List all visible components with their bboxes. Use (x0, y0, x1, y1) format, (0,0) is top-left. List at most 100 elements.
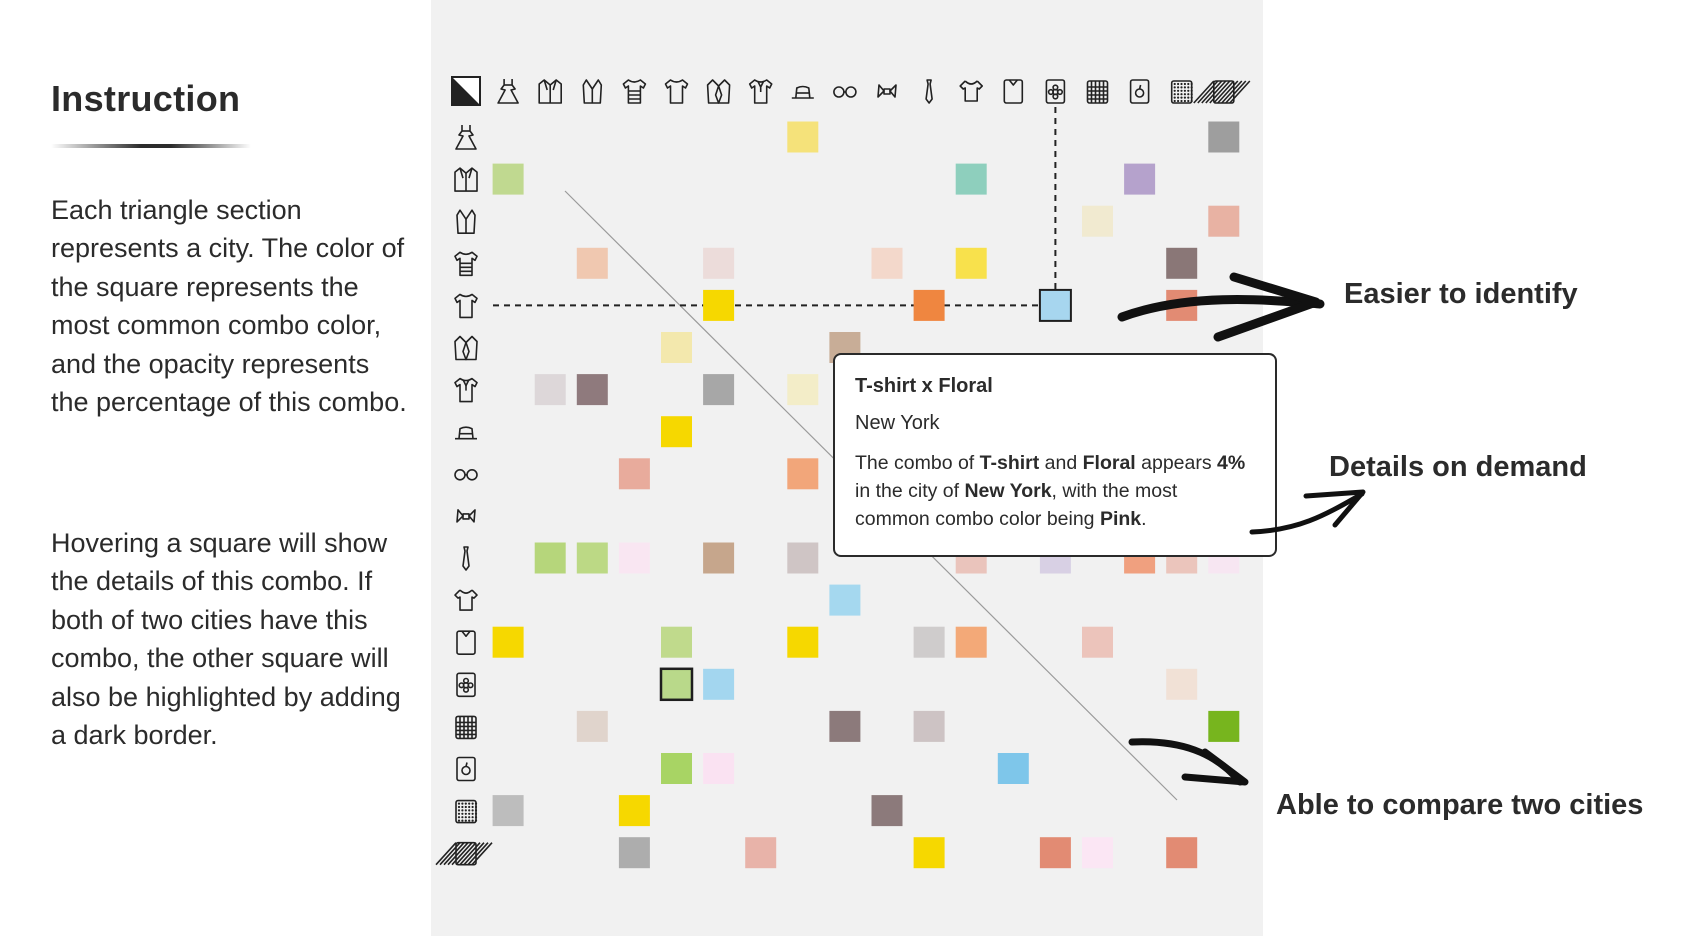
combo-cell[interactable] (1208, 205, 1240, 237)
row-hat-icon[interactable] (455, 426, 477, 440)
combo-cell[interactable] (703, 289, 735, 321)
combo-cell[interactable] (492, 626, 524, 658)
hovered-combo-cell[interactable] (1038, 288, 1072, 322)
combo-cell[interactable] (1166, 668, 1198, 700)
column-t-shirt-icon[interactable] (664, 79, 689, 104)
combo-cell[interactable] (618, 542, 650, 574)
row-plaid-icon[interactable] (455, 715, 477, 740)
instruction-paragraph-1: Each triangle section represents a city.… (51, 195, 407, 418)
column-glasses-icon[interactable] (833, 86, 857, 98)
column-dress-icon[interactable] (497, 79, 519, 104)
column-bow-tie-icon[interactable] (877, 84, 897, 98)
column-jacket-icon[interactable] (538, 79, 562, 104)
column-fruit-print-icon[interactable] (1129, 79, 1150, 104)
combo-cell[interactable] (829, 584, 861, 616)
combo-cell[interactable] (787, 121, 819, 153)
row-jacket-icon[interactable] (454, 167, 478, 192)
column-shirt-icon[interactable] (1003, 79, 1024, 104)
instruction-paragraph-2: Hovering a square will show the details … (51, 528, 401, 751)
combo-cell[interactable] (576, 374, 608, 406)
column-tie-icon[interactable] (925, 79, 933, 104)
combo-cell[interactable] (661, 332, 692, 363)
row-striped-icon[interactable] (435, 841, 493, 866)
row-shirt-icon[interactable] (456, 630, 476, 656)
combo-cell[interactable] (703, 374, 735, 406)
row-glasses-icon[interactable] (454, 468, 478, 481)
callout-easier-to-identify: Easier to identify (1344, 278, 1578, 310)
combo-cell[interactable] (1166, 289, 1198, 321)
row-dress-icon[interactable] (455, 125, 477, 150)
column-polka-dot-icon[interactable] (1170, 80, 1193, 104)
combo-cell[interactable] (492, 163, 524, 195)
column-vest-icon[interactable] (582, 79, 603, 104)
combo-cell[interactable] (787, 374, 819, 406)
combo-cell[interactable] (997, 753, 1029, 784)
combo-cell[interactable] (534, 542, 566, 574)
combo-cell[interactable] (913, 626, 945, 658)
combo-cell[interactable] (1166, 247, 1198, 279)
column-hat-icon[interactable] (791, 85, 814, 99)
combo-cell[interactable] (955, 626, 987, 658)
combo-cell[interactable] (661, 416, 692, 448)
combo-cell[interactable] (576, 247, 608, 279)
row-polka-dot-icon[interactable] (455, 799, 478, 824)
combo-cell[interactable] (1039, 837, 1071, 869)
combo-cell[interactable] (955, 247, 987, 279)
combo-cell[interactable] (703, 668, 735, 700)
column-polo-icon[interactable] (748, 79, 773, 104)
column-floral-icon[interactable] (1045, 79, 1066, 104)
row-bow-tie-icon[interactable] (456, 509, 476, 523)
compare-combo-cell[interactable] (659, 667, 694, 702)
combo-cell[interactable] (1082, 837, 1113, 869)
combo-cell[interactable] (871, 795, 903, 827)
combo-cell[interactable] (787, 626, 819, 658)
column-blouse-icon[interactable] (959, 80, 984, 102)
callout-details-on-demand: Details on demand (1329, 451, 1587, 483)
combo-cell[interactable] (913, 710, 945, 742)
combo-cell[interactable] (787, 458, 819, 490)
combo-cell[interactable] (576, 710, 608, 742)
tooltip-description: The combo of T-shirt and Floral appears … (855, 452, 1246, 530)
combo-cell[interactable] (703, 753, 735, 784)
callout-compare-two-cities: Able to compare two cities (1276, 789, 1644, 821)
combo-cell[interactable] (1082, 205, 1113, 237)
combo-cell[interactable] (703, 542, 735, 574)
combo-cell[interactable] (829, 710, 861, 742)
combo-cell[interactable] (1166, 837, 1198, 869)
row-tie-icon[interactable] (462, 546, 470, 571)
tooltip-city: New York (855, 412, 940, 434)
combo-cell[interactable] (618, 458, 650, 490)
row-sweater-icon[interactable] (454, 251, 478, 277)
combo-cell[interactable] (745, 837, 777, 869)
combo-cell[interactable] (871, 247, 903, 279)
combo-cell[interactable] (1208, 121, 1240, 153)
combo-cell[interactable] (618, 837, 650, 869)
row-fruit-print-icon[interactable] (456, 756, 476, 782)
combo-tooltip: T-shirt x Floral New York The combo of T… (833, 353, 1277, 557)
row-blazer-icon[interactable] (454, 335, 478, 361)
row-vest-icon[interactable] (456, 209, 476, 234)
row-blouse-icon[interactable] (454, 589, 478, 611)
column-striped-icon[interactable] (1193, 80, 1251, 104)
combo-cell[interactable] (1208, 710, 1240, 742)
combo-cell[interactable] (618, 795, 650, 827)
combo-cell[interactable] (913, 837, 945, 869)
details-arrowhead-icon (1303, 489, 1366, 528)
combo-cell[interactable] (1082, 626, 1113, 658)
column-sweater-icon[interactable] (622, 79, 647, 104)
row-t-shirt-icon[interactable] (454, 293, 478, 319)
combo-cell[interactable] (534, 374, 566, 406)
combo-cell[interactable] (787, 542, 819, 574)
combo-cell[interactable] (955, 163, 987, 195)
row-polo-icon[interactable] (454, 377, 478, 403)
combo-cell[interactable] (913, 289, 945, 321)
combo-cell[interactable] (492, 795, 524, 827)
combo-cell[interactable] (576, 542, 608, 574)
column-blazer-icon[interactable] (706, 79, 731, 104)
combo-cell[interactable] (1124, 163, 1156, 195)
combo-cell[interactable] (661, 626, 692, 658)
row-floral-icon[interactable] (456, 672, 476, 698)
column-plaid-icon[interactable] (1086, 80, 1109, 104)
combo-cell[interactable] (703, 247, 735, 279)
combo-cell[interactable] (661, 753, 692, 784)
